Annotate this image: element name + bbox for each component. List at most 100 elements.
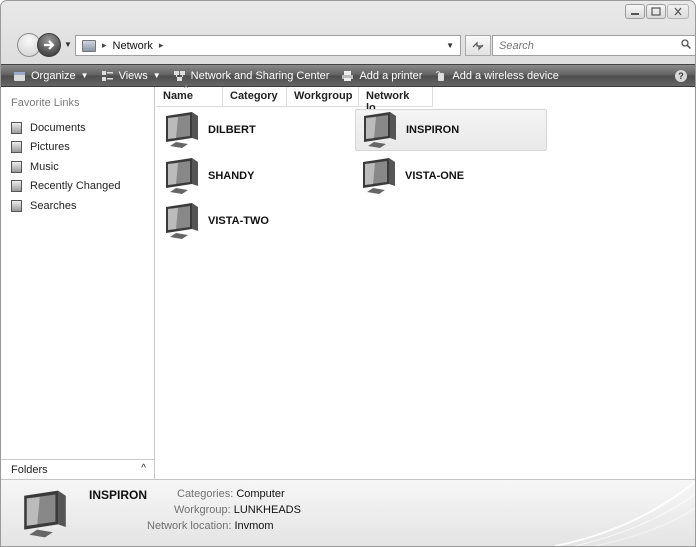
details-categories: Categories: Computer (177, 488, 285, 500)
views-dropdown-icon: ▼ (152, 71, 161, 80)
views-menu[interactable]: Views ▼ (101, 70, 161, 82)
search-icon[interactable] (681, 39, 691, 49)
computer-item-inspiron[interactable]: INSPIRON (355, 109, 547, 151)
favorite-link-label: Recently Changed (30, 180, 121, 193)
favorite-link-label: Pictures (30, 141, 70, 154)
column-header-name[interactable]: ^ Name (156, 85, 223, 107)
computer-icon (166, 158, 198, 194)
computer-item-dilbert[interactable]: DILBERT (158, 109, 350, 151)
breadcrumb-separator-trailing[interactable]: ▸ (159, 40, 164, 51)
column-header-label: Category (230, 90, 278, 102)
recent-pages-dropdown[interactable]: ▼ (64, 40, 72, 49)
search-input[interactable] (499, 39, 669, 52)
favorite-link-searches[interactable]: Searches (11, 196, 121, 216)
computer-name: VISTA-TWO (208, 215, 269, 227)
search-box[interactable] (492, 35, 695, 56)
favorite-link-label: Searches (30, 199, 77, 212)
computer-item-vista-one[interactable]: VISTA-ONE (355, 155, 547, 197)
network-sharing-center-button[interactable]: Network and Sharing Center (173, 69, 330, 82)
refresh-icon (472, 41, 484, 50)
details-workgroup-value: LUNKHEADS (233, 504, 301, 516)
details-location-key: Network location: (147, 520, 232, 532)
documents-icon (11, 121, 22, 134)
computer-icon (24, 490, 66, 538)
folders-toggle[interactable]: Folders ^ (1, 459, 154, 479)
recently-changed-icon (11, 180, 22, 193)
computer-name: DILBERT (208, 124, 256, 136)
details-categories-key: Categories: (177, 488, 234, 500)
column-header-workgroup[interactable]: Workgroup (287, 87, 359, 107)
details-network-location: Network location: Invmom (147, 520, 274, 532)
views-icon (101, 70, 113, 81)
column-header-network-location[interactable]: Network lo... (359, 87, 433, 114)
maximize-button[interactable] (646, 4, 666, 19)
add-printer-label: Add a printer (359, 69, 423, 82)
computer-name: SHANDY (208, 170, 255, 182)
decorative-swoosh (555, 481, 695, 546)
details-location-value: Invmom (234, 520, 274, 532)
sort-ascending-icon: ^ (184, 85, 189, 92)
printer-icon (342, 70, 354, 81)
details-workgroup-key: Workgroup: (174, 504, 231, 516)
help-button[interactable]: ? (675, 70, 687, 82)
network-center-icon (173, 70, 185, 81)
explorer-window: ▼ ▸ Network ▸ ▼ Organize ▼ Views ▼ (0, 0, 696, 547)
content-area: Favorite Links Documents Pictures Music … (1, 85, 695, 479)
favorite-links-heading: Favorite Links (11, 97, 80, 109)
computer-item-shandy[interactable]: SHANDY (158, 155, 350, 197)
computer-name: INSPIRON (406, 124, 460, 136)
favorite-link-music[interactable]: Music (11, 157, 121, 177)
searches-icon (11, 199, 22, 212)
favorite-links-list: Documents Pictures Music Recently Change… (11, 118, 121, 216)
minimize-icon (631, 12, 639, 15)
folders-label: Folders (11, 463, 48, 476)
computer-icon (364, 112, 396, 148)
address-bar[interactable]: ▸ Network ▸ ▼ (75, 35, 461, 56)
file-list-pane: ^ Name Category Workgroup Network lo... … (156, 85, 695, 479)
details-workgroup: Workgroup: LUNKHEADS (174, 504, 301, 516)
favorite-link-pictures[interactable]: Pictures (11, 138, 121, 158)
forward-button[interactable] (37, 33, 61, 57)
column-header-label: Workgroup (294, 90, 353, 102)
minimize-button[interactable] (625, 4, 645, 19)
breadcrumb-separator[interactable]: ▸ (102, 40, 107, 51)
organize-label: Organize (31, 69, 76, 82)
column-header-category[interactable]: Category (223, 87, 287, 107)
details-computer-name: INSPIRON (89, 488, 148, 502)
favorite-link-label: Documents (30, 121, 86, 134)
pictures-icon (11, 141, 22, 154)
command-toolbar: Organize ▼ Views ▼ Network and Sharing C… (1, 64, 695, 87)
network-sharing-center-label: Network and Sharing Center (190, 69, 330, 82)
computer-icon (363, 158, 395, 194)
favorite-link-label: Music (30, 160, 59, 173)
organize-icon (14, 71, 25, 81)
column-headers: ^ Name Category Workgroup Network lo... (156, 85, 433, 114)
close-icon (674, 7, 682, 16)
wireless-icon (436, 70, 445, 81)
computer-icon (166, 112, 198, 148)
address-dropdown-icon[interactable]: ▼ (446, 41, 454, 50)
column-header-label: Name (163, 90, 193, 102)
computer-icon (166, 203, 198, 239)
forward-arrow-icon (44, 40, 55, 50)
add-wireless-device-label: Add a wireless device (452, 69, 559, 82)
navigation-bar: ▼ ▸ Network ▸ ▼ (9, 31, 695, 61)
add-wireless-device-button[interactable]: Add a wireless device (434, 69, 559, 82)
network-location-icon (82, 39, 96, 52)
refresh-button[interactable] (465, 35, 491, 56)
organize-menu[interactable]: Organize ▼ (13, 70, 89, 82)
details-categories-value: Computer (236, 488, 285, 500)
maximize-icon (651, 7, 661, 16)
add-printer-button[interactable]: Add a printer (341, 70, 422, 82)
favorite-link-recently-changed[interactable]: Recently Changed (11, 177, 121, 197)
details-pane: INSPIRON Categories: Computer Workgroup:… (1, 479, 695, 546)
computer-name: VISTA-ONE (405, 170, 465, 182)
computer-item-vista-two[interactable]: VISTA-TWO (158, 200, 350, 242)
close-button[interactable] (667, 4, 689, 19)
navigation-pane: Favorite Links Documents Pictures Music … (1, 87, 155, 479)
breadcrumb-network[interactable]: Network (113, 40, 153, 52)
favorite-link-documents[interactable]: Documents (11, 118, 121, 138)
views-label: Views (118, 69, 148, 82)
chevron-up-icon: ^ (141, 463, 146, 474)
organize-dropdown-icon: ▼ (80, 71, 89, 80)
